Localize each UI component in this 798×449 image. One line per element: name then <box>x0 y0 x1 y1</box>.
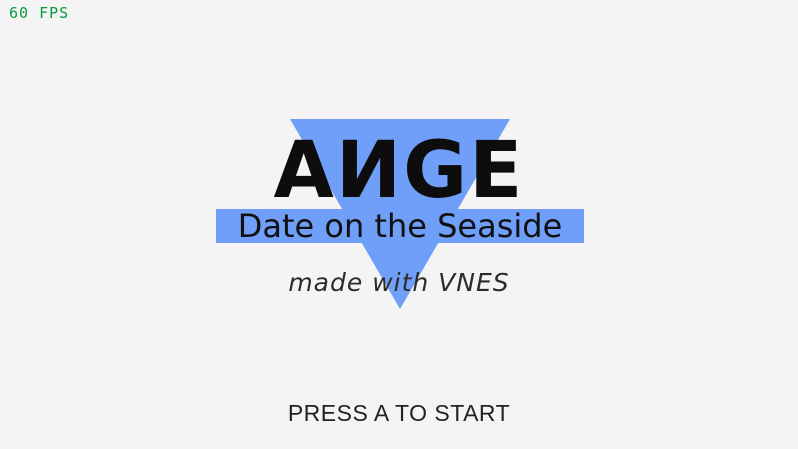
game-subtitle: Date on the Seaside <box>237 207 563 245</box>
engine-credit: made with VNES <box>288 268 510 297</box>
press-start-prompt[interactable]: PRESS A TO START <box>0 399 798 427</box>
title-screen[interactable]: 60 FPS АИGE Date on the Seaside made wit… <box>0 0 798 449</box>
fps-counter: 60 FPS <box>9 4 70 22</box>
game-logo-title: АИGE <box>273 126 525 216</box>
